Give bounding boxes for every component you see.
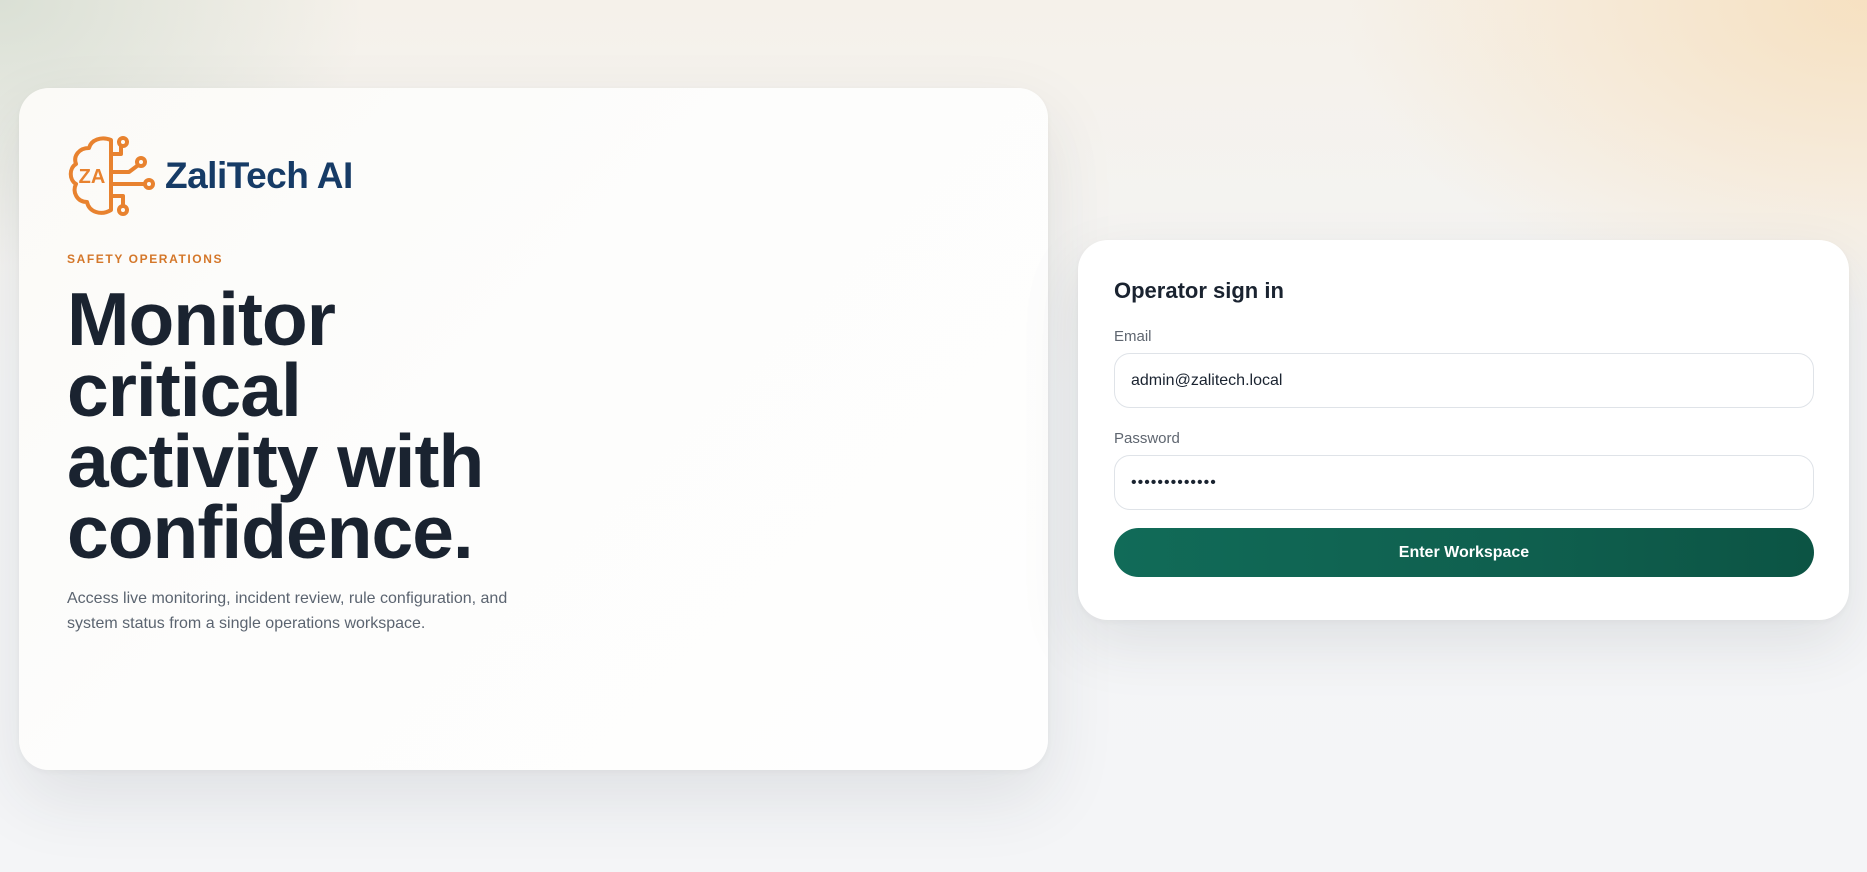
password-field[interactable] <box>1114 455 1814 510</box>
signin-form: Operator sign in Email Password Enter Wo… <box>1078 240 1849 620</box>
hero-panel: ZA ZaliTech AI SAFETY OPERATIONS Monitor… <box>19 88 1048 770</box>
hero-headline: Monitor critical activity with confidenc… <box>67 277 484 574</box>
brain-circuit-icon: ZA <box>68 136 155 216</box>
hero-description: Access live monitoring, incident review,… <box>67 590 508 632</box>
email-field[interactable] <box>1114 353 1814 408</box>
password-label: Password <box>1114 430 1180 447</box>
brand-name: ZaliTech AI <box>165 155 353 196</box>
signin-title: Operator sign in <box>1114 278 1284 303</box>
enter-workspace-button[interactable]: Enter Workspace <box>1114 528 1814 577</box>
email-label: Email <box>1114 328 1152 345</box>
brand: ZA ZaliTech AI <box>67 134 1000 218</box>
logo-initials: ZA <box>79 166 106 188</box>
section-eyebrow: SAFETY OPERATIONS <box>67 252 224 266</box>
